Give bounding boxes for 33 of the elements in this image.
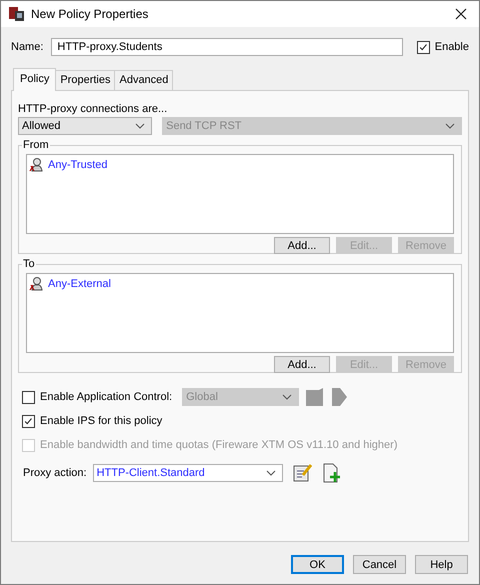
proxy-action-label: Proxy action: — [23, 467, 87, 479]
option-label: Enable bandwidth and time quotas (Fireware XTM OS v11.10 and higher) — [40, 439, 398, 451]
option-label: Enable Application Control: — [40, 391, 172, 403]
chevron-icon — [282, 394, 292, 400]
group-title: To — [22, 258, 36, 270]
button[interactable]: Cancel — [353, 555, 406, 574]
name-label: Name: — [11, 41, 44, 53]
user-group-icon — [29, 157, 45, 173]
name-field[interactable]: HTTP-proxy.Students — [51, 38, 403, 56]
app-icon — [9, 6, 25, 22]
checkbox[interactable] — [22, 414, 35, 428]
list-item[interactable]: Any-Trusted — [48, 159, 108, 171]
button[interactable]: Add... — [274, 237, 330, 254]
user-group-icon — [29, 276, 45, 292]
chevron-icon — [135, 123, 146, 129]
enable-label: Enable — [434, 41, 469, 53]
window-title: New Policy Properties — [31, 7, 148, 21]
list-item[interactable]: Any-External — [48, 278, 111, 290]
button[interactable]: OK — [291, 555, 344, 574]
connections-label: HTTP-proxy connections are... — [18, 103, 168, 115]
checkbox[interactable] — [22, 390, 35, 404]
button[interactable]: Help — [415, 555, 468, 574]
dropdown[interactable]: Allowed — [18, 117, 152, 135]
dropdown[interactable]: HTTP-Client.Standard — [92, 464, 283, 482]
option-label: Enable IPS for this policy — [40, 415, 162, 427]
close-icon[interactable] — [455, 8, 467, 20]
chevron-icon — [445, 123, 455, 129]
chevron-icon — [266, 470, 276, 476]
tab[interactable]: Policy — [13, 68, 56, 91]
tab[interactable]: Advanced — [114, 70, 174, 90]
group-title: From — [22, 139, 50, 151]
button[interactable]: Add... — [274, 356, 330, 373]
checkbox[interactable] — [416, 40, 430, 54]
